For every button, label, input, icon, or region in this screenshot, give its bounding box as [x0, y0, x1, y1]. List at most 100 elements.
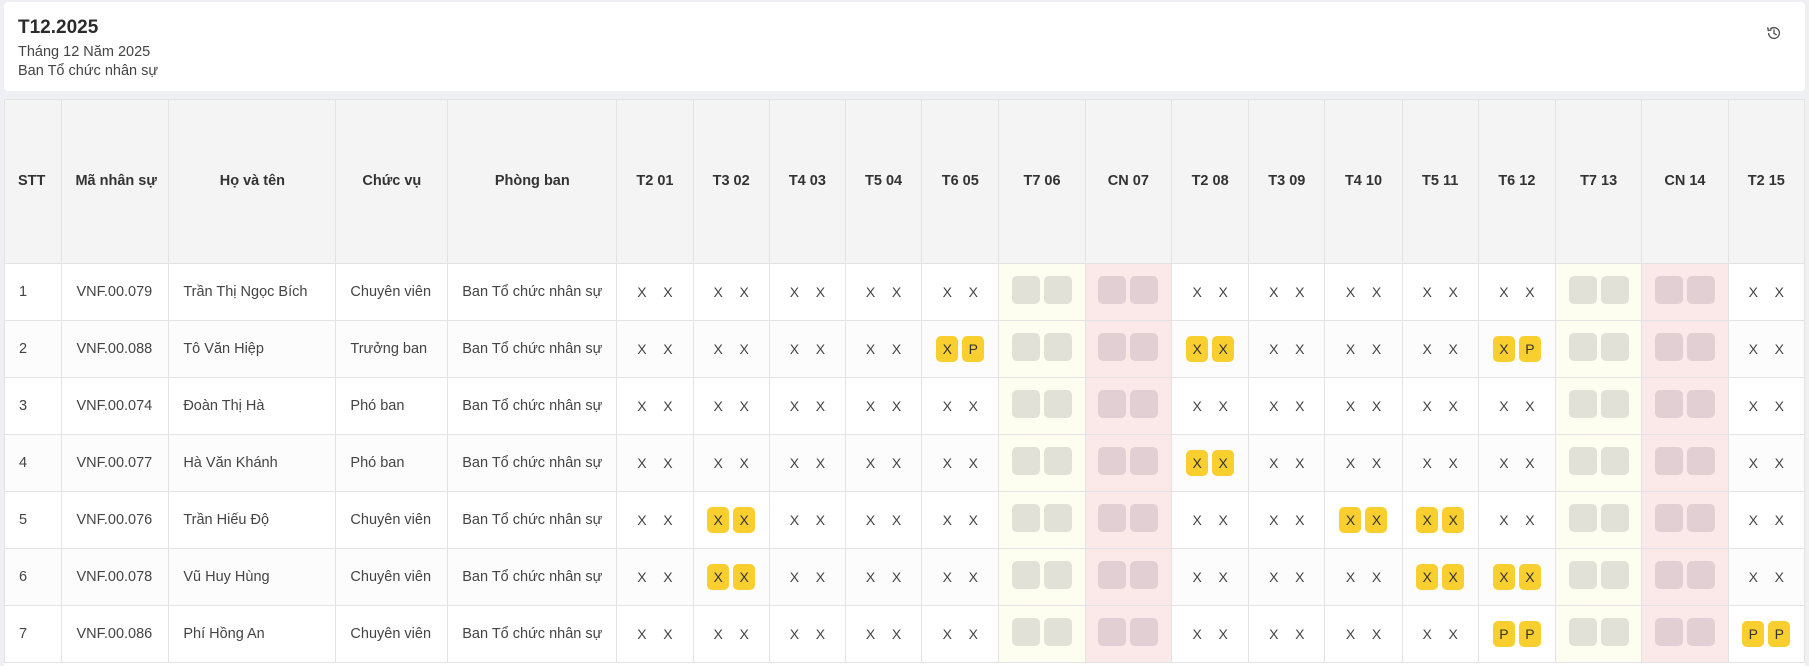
afternoon-mark[interactable]: X	[1442, 621, 1464, 647]
morning-mark[interactable]: X	[1339, 336, 1361, 362]
afternoon-mark[interactable]: P	[962, 336, 985, 362]
morning-mark[interactable]: X	[1263, 507, 1285, 533]
morning-mark[interactable]: X	[1339, 450, 1361, 476]
attendance-cell[interactable]: XX	[1324, 434, 1403, 492]
afternoon-mark[interactable]: X	[809, 621, 831, 647]
morning-mark[interactable]: X	[1416, 450, 1438, 476]
morning-mark[interactable]: X	[783, 507, 805, 533]
attendance-cell[interactable]: XX	[1401, 605, 1479, 663]
morning-mark[interactable]: X	[936, 279, 958, 305]
afternoon-mark[interactable]: X	[733, 621, 755, 647]
morning-mark[interactable]: X	[783, 621, 805, 647]
morning-mark[interactable]	[1568, 447, 1597, 475]
attendance-cell[interactable]: XX	[616, 605, 694, 663]
attendance-cell[interactable]: XX	[768, 434, 846, 492]
afternoon-mark[interactable]: X	[809, 393, 831, 419]
table-row[interactable]: 5 VNF.00.076 Trần Hiếu Độ Chuyên viên Ban Tổ…	[4, 491, 1805, 549]
afternoon-mark[interactable]: X	[962, 393, 984, 419]
morning-mark[interactable]: X	[860, 279, 882, 305]
morning-mark[interactable]: X	[1742, 564, 1764, 590]
attendance-cell[interactable]	[1084, 320, 1173, 378]
afternoon-mark[interactable]: X	[1442, 450, 1464, 476]
morning-mark[interactable]: X	[783, 393, 805, 419]
afternoon-mark[interactable]: X	[962, 564, 984, 590]
morning-mark[interactable]: X	[707, 336, 729, 362]
attendance-cell[interactable]: XX	[1324, 548, 1403, 606]
afternoon-mark[interactable]: X	[1768, 450, 1790, 476]
afternoon-mark[interactable]	[1600, 390, 1629, 418]
afternoon-mark[interactable]: X	[1442, 279, 1464, 305]
table-row[interactable]: 2 VNF.00.088 Tô Văn Hiệp Trưởng ban Ban Tổ c…	[4, 320, 1805, 378]
afternoon-mark[interactable]: X	[657, 393, 679, 419]
attendance-cell[interactable]: XX	[1401, 320, 1479, 378]
morning-mark[interactable]: X	[860, 450, 882, 476]
attendance-cell[interactable]: XX	[1171, 263, 1250, 321]
afternoon-mark[interactable]	[1686, 333, 1715, 361]
morning-mark[interactable]: X	[936, 507, 958, 533]
attendance-cell[interactable]: XX	[1401, 548, 1479, 606]
attendance-cell[interactable]: XX	[768, 263, 846, 321]
morning-mark[interactable]	[1098, 390, 1127, 418]
attendance-cell[interactable]: XX	[844, 434, 923, 492]
afternoon-mark[interactable]: X	[809, 279, 831, 305]
morning-mark[interactable]: X	[631, 564, 653, 590]
afternoon-mark[interactable]: X	[809, 507, 831, 533]
attendance-cell[interactable]: XX	[1477, 548, 1556, 606]
afternoon-mark[interactable]: X	[1212, 564, 1234, 590]
attendance-cell[interactable]	[1641, 605, 1729, 663]
morning-mark[interactable]	[1098, 333, 1127, 361]
morning-mark[interactable]: X	[1339, 621, 1361, 647]
morning-mark[interactable]	[1098, 276, 1127, 304]
morning-mark[interactable]: X	[783, 279, 805, 305]
afternoon-mark[interactable]	[1600, 333, 1629, 361]
attendance-cell[interactable]: XX	[1477, 491, 1556, 549]
morning-mark[interactable]: X	[1492, 336, 1515, 362]
afternoon-mark[interactable]	[1600, 447, 1629, 475]
afternoon-mark[interactable]	[1044, 447, 1073, 475]
attendance-cell[interactable]: XX	[1171, 434, 1250, 492]
afternoon-mark[interactable]	[1130, 504, 1159, 532]
attendance-cell[interactable]: XX	[1727, 434, 1805, 492]
attendance-cell[interactable]: XX	[1248, 605, 1326, 663]
morning-mark[interactable]: X	[936, 621, 958, 647]
afternoon-mark[interactable]: X	[1212, 336, 1235, 362]
afternoon-mark[interactable]: X	[809, 564, 831, 590]
attendance-cell[interactable]: XX	[1248, 548, 1326, 606]
afternoon-mark[interactable]	[1600, 618, 1629, 646]
morning-mark[interactable]	[1654, 504, 1683, 532]
attendance-cell[interactable]	[1641, 320, 1729, 378]
morning-mark[interactable]	[1098, 447, 1127, 475]
afternoon-mark[interactable]: X	[962, 507, 984, 533]
morning-mark[interactable]: X	[1416, 393, 1438, 419]
attendance-cell[interactable]: XX	[768, 491, 846, 549]
afternoon-mark[interactable]: X	[1212, 279, 1234, 305]
morning-mark[interactable]	[1568, 618, 1597, 646]
afternoon-mark[interactable]: X	[657, 564, 679, 590]
morning-mark[interactable]: X	[783, 564, 805, 590]
attendance-cell[interactable]: XX	[1248, 491, 1326, 549]
afternoon-mark[interactable]: X	[1289, 507, 1311, 533]
attendance-cell[interactable]	[1554, 548, 1643, 606]
afternoon-mark[interactable]	[1600, 561, 1629, 589]
afternoon-mark[interactable]	[1686, 447, 1715, 475]
morning-mark[interactable]: X	[1339, 279, 1361, 305]
morning-mark[interactable]: X	[1263, 279, 1285, 305]
morning-mark[interactable]: X	[1493, 393, 1515, 419]
morning-mark[interactable]	[1654, 561, 1683, 589]
attendance-cell[interactable]	[1554, 320, 1643, 378]
history-button[interactable]	[1763, 22, 1785, 44]
afternoon-mark[interactable]: X	[1768, 564, 1790, 590]
morning-mark[interactable]	[1568, 390, 1597, 418]
attendance-cell[interactable]	[998, 263, 1086, 321]
morning-mark[interactable]: X	[1186, 393, 1208, 419]
morning-mark[interactable]: X	[1416, 279, 1438, 305]
morning-mark[interactable]	[1568, 504, 1597, 532]
timesheet-table-container[interactable]: STT Mã nhân sự Họ và tên Chức vụ Phòng b…	[4, 99, 1805, 666]
attendance-cell[interactable]: XX	[768, 548, 846, 606]
afternoon-mark[interactable]: X	[809, 336, 831, 362]
afternoon-mark[interactable]: X	[1365, 621, 1387, 647]
attendance-cell[interactable]	[1554, 434, 1643, 492]
attendance-cell[interactable]: XX	[1401, 263, 1479, 321]
morning-mark[interactable]	[1568, 333, 1597, 361]
morning-mark[interactable]: X	[1493, 507, 1515, 533]
